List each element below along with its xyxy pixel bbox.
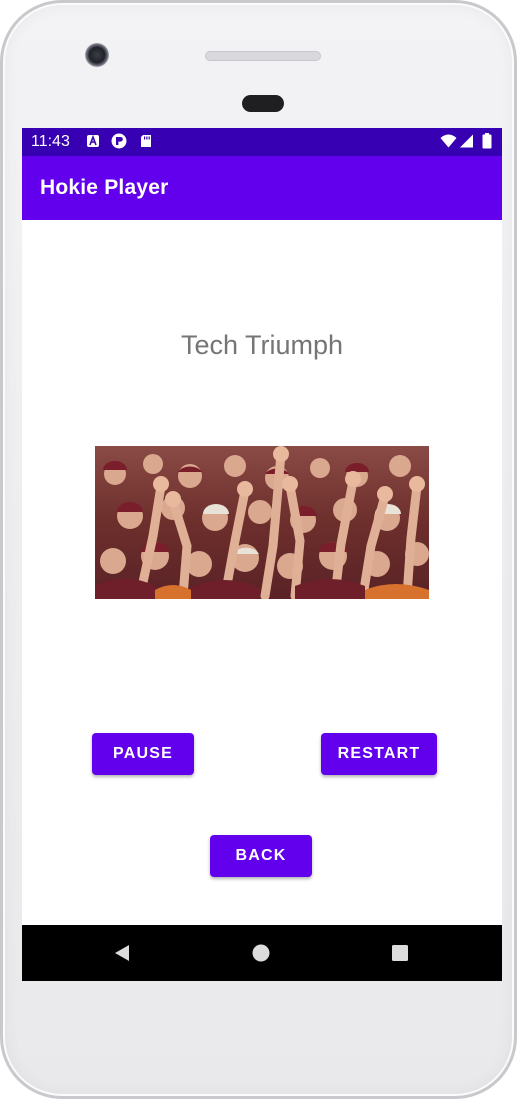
- navigation-bar: [22, 925, 502, 981]
- song-title: Tech Triumph: [180, 330, 344, 360]
- app-bar: Hokie Player: [22, 156, 502, 220]
- app-title: Hokie Player: [40, 176, 169, 199]
- crowd-cheering-photo: [95, 446, 429, 599]
- restart-button[interactable]: RESTART: [321, 733, 437, 775]
- battery-icon: [482, 133, 492, 149]
- sd-card-icon: [139, 134, 153, 148]
- status-time: 11:43: [31, 133, 70, 150]
- back-button[interactable]: BACK: [210, 835, 312, 877]
- pause-button[interactable]: PAUSE: [92, 733, 194, 775]
- back-triangle-icon[interactable]: [113, 944, 131, 967]
- phone-frame: 11:43 Hokie Player Tech Triumph PAUSE RE…: [0, 0, 517, 1099]
- cellular-signal-icon: [459, 134, 474, 148]
- wifi-icon: [440, 134, 457, 148]
- status-bar: 11:43: [22, 128, 502, 156]
- home-circle-icon[interactable]: [252, 944, 270, 967]
- recents-square-icon[interactable]: [391, 944, 409, 967]
- device-screen: 11:43 Hokie Player Tech Triumph PAUSE RE…: [22, 128, 502, 981]
- p-notification-icon: [111, 133, 127, 149]
- earpiece-speaker: [205, 51, 321, 61]
- proximity-sensor: [242, 95, 284, 112]
- front-camera: [85, 43, 109, 67]
- a-notification-icon: [86, 134, 100, 148]
- player-content: Tech Triumph PAUSE RESTART BACK: [22, 220, 502, 925]
